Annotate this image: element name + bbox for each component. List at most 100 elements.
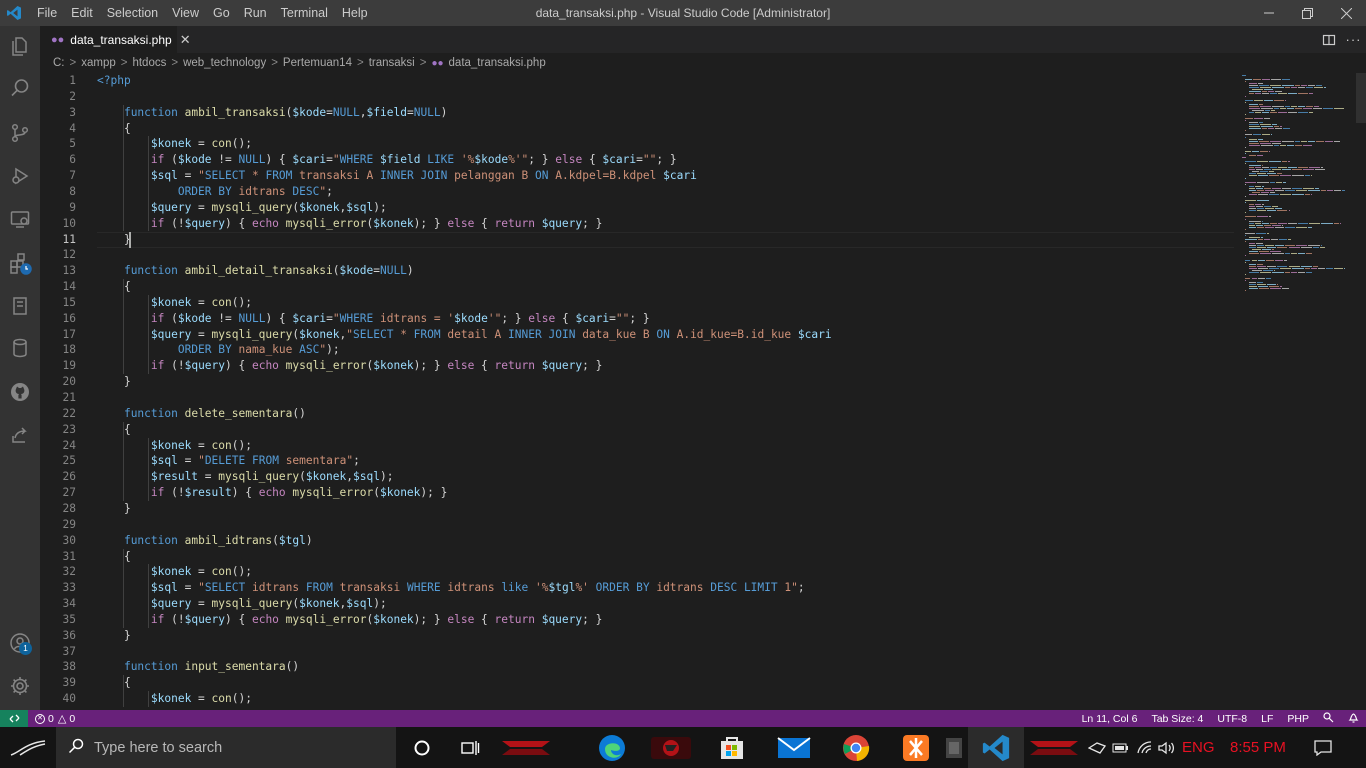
breadcrumb-item[interactable]: Pertemuan14 [283,57,352,69]
code-line[interactable]: $konek = con(); [97,136,252,152]
search-icon[interactable] [0,68,40,108]
start-button[interactable] [0,727,56,768]
feedback-icon[interactable] [1316,711,1341,726]
code-line[interactable]: if (!$query) { echo mysqli_error($konek)… [97,358,602,374]
code-line[interactable]: function ambil_transaksi($kode=NULL,$fie… [97,105,447,121]
code-line[interactable]: if (!$query) { echo mysqli_error($konek)… [97,612,602,628]
explorer-icon[interactable] [0,26,40,66]
code-line[interactable]: $konek = con(); [97,564,252,580]
code-line[interactable]: $query = mysqli_query($konek,$sql); [97,596,387,612]
language-mode[interactable]: PHP [1280,713,1316,725]
mail-icon[interactable] [770,727,818,768]
vscode-taskbar-icon[interactable] [968,727,1024,768]
code-line[interactable]: if (!$query) { echo mysqli_error($konek)… [97,216,602,232]
code-line[interactable]: { [97,121,131,137]
remote-explorer-icon[interactable] [0,199,40,239]
game-app-icon[interactable] [642,727,700,768]
clock[interactable]: 8:55 PM [1230,727,1286,768]
close-window-button[interactable] [1327,0,1366,26]
wifi-icon[interactable] [1134,727,1156,768]
input-language[interactable]: ENG [1182,727,1215,768]
code-line[interactable]: $sql = "SELECT * FROM transaksi A INNER … [97,168,697,184]
rog-tray-icon[interactable] [1086,727,1108,768]
code-line[interactable]: <?php [97,73,131,89]
code-line[interactable]: { [97,675,131,691]
chrome-browser-icon[interactable] [834,727,878,768]
code-line[interactable]: function ambil_idtrans($tgl) [97,533,313,549]
code-line[interactable]: $sql = "DELETE FROM sementara"; [97,453,360,469]
minimap[interactable] [1234,73,1366,710]
breadcrumb-item[interactable]: data_transaksi.php [449,57,546,69]
settings-gear-icon[interactable] [0,666,40,706]
code-line[interactable]: { [97,422,131,438]
source-control-icon[interactable] [0,113,40,153]
notifications-bell-icon[interactable] [1341,712,1366,726]
end-of-line[interactable]: LF [1254,713,1280,725]
code-line[interactable]: $result = mysqli_query($konek,$sql); [97,469,394,485]
code-line[interactable]: if ($kode != NULL) { $cari="WHERE idtran… [97,311,650,327]
menu-run[interactable]: Run [237,6,274,20]
pinned-app-icon[interactable] [940,727,968,768]
code-line[interactable]: $query = mysqli_query($konek,"SELECT * F… [97,327,832,343]
code-line[interactable]: function ambil_detail_transaksi($kode=NU… [97,263,414,279]
code-line[interactable]: $konek = con(); [97,438,252,454]
code-line[interactable]: if ($kode != NULL) { $cari="WHERE $field… [97,152,677,168]
extensions-icon[interactable] [0,243,40,283]
breadcrumb-item[interactable]: C: [53,57,65,69]
menu-terminal[interactable]: Terminal [274,6,335,20]
taskbar-search-box[interactable]: Type here to search [56,727,396,768]
scrollbar-thumb[interactable] [1356,73,1366,123]
encoding[interactable]: UTF-8 [1210,713,1254,725]
breadcrumb-item[interactable]: transaksi [369,57,415,69]
task-view-icon[interactable] [454,727,486,768]
menu-help[interactable]: Help [335,6,375,20]
code-line[interactable]: { [97,279,131,295]
code-line[interactable]: } [97,628,131,644]
code-line[interactable]: } [97,374,131,390]
breadcrumb-item[interactable]: htdocs [132,57,166,69]
xampp-icon[interactable] [894,727,938,768]
code-area[interactable]: <?php function ambil_transaksi($kode=NUL… [97,73,1234,710]
code-line[interactable]: $konek = con(); [97,691,252,707]
breadcrumb-item[interactable]: xampp [81,57,116,69]
accounts-icon[interactable]: 1 [0,623,40,663]
tab-data-transaksi[interactable]: ●● data_transaksi.php ✕ [40,26,191,53]
menu-selection[interactable]: Selection [100,6,165,20]
notebook-icon[interactable] [0,286,40,326]
split-editor-icon[interactable] [1316,33,1341,47]
breadcrumb-item[interactable]: web_technology [183,57,266,69]
run-debug-icon[interactable] [0,156,40,196]
code-line[interactable]: if (!$result) { echo mysqli_error($konek… [97,485,447,501]
code-line[interactable]: ORDER BY idtrans DESC"; [97,184,333,200]
cursor-position[interactable]: Ln 11, Col 6 [1075,713,1145,725]
edge-browser-icon[interactable] [590,727,634,768]
cortana-icon[interactable] [406,727,438,768]
code-line[interactable]: function delete_sementara() [97,406,306,422]
code-line[interactable]: $sql = "SELECT idtrans FROM transaksi WH… [97,580,805,596]
problems-indicator[interactable]: ✕ 0 △ 0 [35,712,75,725]
menu-view[interactable]: View [165,6,206,20]
github-icon[interactable] [0,372,40,412]
minimize-button[interactable] [1249,0,1288,26]
menu-edit[interactable]: Edit [64,6,100,20]
menu-file[interactable]: File [30,6,64,20]
remote-indicator-icon[interactable] [0,710,28,727]
code-line[interactable]: } [97,501,131,517]
tab-close-icon[interactable]: ✕ [180,32,191,48]
action-center-icon[interactable] [1310,727,1336,768]
database-icon[interactable] [0,328,40,368]
more-actions-icon[interactable]: ··· [1341,32,1366,47]
code-line[interactable]: } [97,232,131,248]
code-line[interactable]: { [97,549,131,565]
menu-go[interactable]: Go [206,6,237,20]
code-editor[interactable]: 1 2 3 4 5 6 7 8 9 10 11 12 13 14 15 16 17 18 19 20 21 22 23 24 2… [40,73,1234,710]
code-line[interactable]: $query = mysqli_query($konek,$sql); [97,200,387,216]
battery-icon[interactable] [1110,727,1132,768]
code-line[interactable]: function input_sementara() [97,659,299,675]
indentation[interactable]: Tab Size: 4 [1144,713,1210,725]
live-share-icon[interactable] [0,415,40,455]
microsoft-store-icon[interactable] [710,727,754,768]
restore-button[interactable] [1288,0,1327,26]
code-line[interactable]: ORDER BY nama_kue ASC"); [97,342,340,358]
volume-icon[interactable] [1156,727,1178,768]
